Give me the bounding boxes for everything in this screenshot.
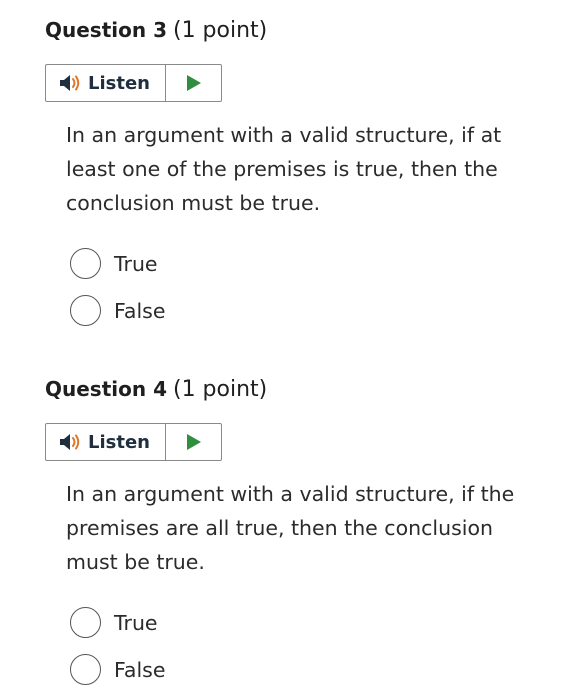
question-points: (1 point) [172, 18, 268, 43]
question-header: Question 4 (1 point) [45, 377, 545, 409]
option-false[interactable]: False [70, 652, 545, 687]
option-false[interactable]: False [70, 293, 545, 328]
radio-button[interactable] [70, 295, 101, 326]
question-text: In an argument with a valid structure, i… [66, 123, 502, 215]
radio-button[interactable] [70, 654, 101, 685]
option-true[interactable]: True [70, 246, 545, 281]
play-button[interactable] [166, 424, 221, 460]
radio-button[interactable] [70, 248, 101, 279]
speaker-icon [58, 74, 82, 92]
option-label: False [114, 298, 166, 323]
listen-label: Listen [88, 72, 150, 94]
question-text: In an argument with a valid structure, i… [66, 482, 515, 574]
play-icon [186, 433, 202, 451]
question-3: Question 3 (1 point) Listen In an argume… [45, 18, 545, 340]
answer-options: True False [70, 605, 545, 687]
option-label: True [114, 610, 158, 635]
answer-options: True False [70, 246, 545, 328]
question-header: Question 3 (1 point) [45, 18, 545, 50]
listen-button[interactable]: Listen [46, 65, 166, 101]
question-title: Question 4 [45, 377, 167, 401]
listen-label: Listen [88, 431, 150, 453]
listen-widget: Listen [45, 64, 222, 102]
play-icon [186, 74, 202, 92]
question-title: Question 3 [45, 18, 167, 42]
listen-widget: Listen [45, 423, 222, 461]
option-true[interactable]: True [70, 605, 545, 640]
speaker-icon [58, 433, 82, 451]
listen-button[interactable]: Listen [46, 424, 166, 460]
play-button[interactable] [166, 65, 221, 101]
option-label: False [114, 657, 166, 682]
radio-button[interactable] [70, 607, 101, 638]
option-label: True [114, 251, 158, 276]
question-points: (1 point) [172, 377, 268, 402]
question-4: Question 4 (1 point) Listen In an argume… [45, 377, 545, 699]
